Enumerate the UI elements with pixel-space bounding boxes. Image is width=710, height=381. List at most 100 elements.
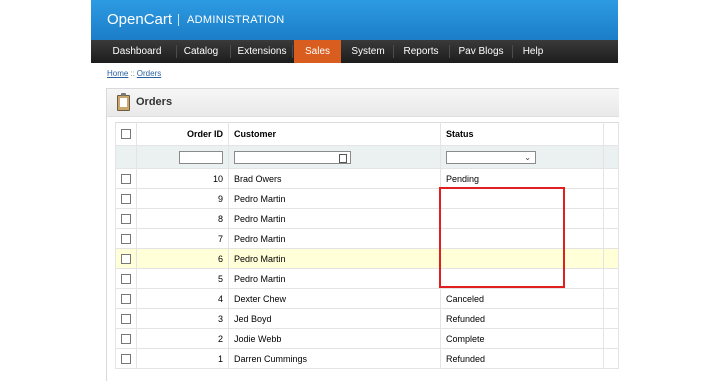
page-title: Orders	[136, 96, 173, 108]
app-logo[interactable]: OpenCart	[107, 11, 172, 28]
status-cell: Complete	[440, 328, 604, 349]
panel-header: Orders	[107, 89, 619, 117]
calendar-icon[interactable]	[339, 153, 347, 163]
table-row[interactable]: 3 Jed Boyd Refunded	[115, 308, 619, 329]
select-all-cell	[115, 122, 137, 146]
nav-help[interactable]: Help	[518, 40, 548, 63]
customer-cell: Brad Owers	[228, 168, 441, 189]
row-select-cell	[115, 168, 137, 189]
order-id-cell: 4	[136, 288, 229, 309]
customer-cell: Pedro Martin	[228, 268, 441, 289]
filter-cell: ⌄	[440, 145, 604, 169]
row-select-cell	[115, 188, 137, 209]
status-header[interactable]: Status	[440, 122, 604, 146]
table-row[interactable]: 4 Dexter Chew Canceled	[115, 288, 619, 309]
status-cell: Canceled	[440, 288, 604, 309]
annotation-highlight-box	[439, 187, 565, 288]
order-id-cell: 6	[136, 248, 229, 269]
row-checkbox[interactable]	[121, 173, 131, 184]
filter-cell	[603, 145, 619, 169]
row-checkbox[interactable]	[121, 333, 131, 344]
clipboard-icon	[117, 93, 130, 111]
order-id-filter-input[interactable]	[179, 150, 223, 164]
nav-divider	[292, 45, 293, 58]
extra-cell	[603, 168, 619, 189]
customer-filter-input[interactable]	[234, 150, 351, 164]
filter-cell	[228, 145, 441, 169]
nav-pav-blogs[interactable]: Pav Blogs	[455, 40, 507, 63]
row-select-cell	[115, 208, 137, 229]
nav-catalog[interactable]: Catalog	[182, 40, 220, 63]
extra-cell	[603, 308, 619, 329]
customer-cell: Jed Boyd	[228, 308, 441, 329]
row-checkbox[interactable]	[121, 213, 131, 224]
select-all-checkbox[interactable]	[121, 129, 131, 140]
status-filter-select[interactable]: ⌄	[446, 150, 536, 164]
extra-cell	[603, 288, 619, 309]
order-id-cell: 8	[136, 208, 229, 229]
row-select-cell	[115, 268, 137, 289]
extra-cell	[603, 248, 619, 269]
nav-sales[interactable]: Sales	[294, 40, 341, 63]
filter-cell	[136, 145, 229, 169]
status-cell: Pending	[440, 168, 604, 189]
breadcrumb-orders[interactable]: Orders	[137, 69, 161, 78]
nav-extensions[interactable]: Extensions	[236, 40, 288, 63]
customer-cell: Pedro Martin	[228, 188, 441, 209]
order-id-cell: 3	[136, 308, 229, 329]
row-select-cell	[115, 348, 137, 369]
customer-cell: Darren Cummings	[228, 348, 441, 369]
row-checkbox[interactable]	[121, 313, 131, 324]
extra-cell	[603, 328, 619, 349]
customer-cell: Pedro Martin	[228, 228, 441, 249]
row-checkbox[interactable]	[121, 273, 131, 284]
extra-cell	[603, 228, 619, 249]
filter-cell	[115, 145, 137, 169]
row-select-cell	[115, 228, 137, 249]
order-id-cell: 10	[136, 168, 229, 189]
customer-cell: Pedro Martin	[228, 208, 441, 229]
logo-divider	[178, 14, 179, 26]
nav-divider	[449, 45, 450, 58]
row-select-cell	[115, 248, 137, 269]
app-header: OpenCart ADMINISTRATION	[91, 0, 618, 40]
filter-row: ⌄	[115, 145, 619, 169]
extra-cell	[603, 208, 619, 229]
table-row[interactable]: 10 Brad Owers Pending	[115, 168, 619, 189]
extra-cell	[603, 188, 619, 209]
order-id-cell: 9	[136, 188, 229, 209]
nav-divider	[230, 45, 231, 58]
breadcrumb-home[interactable]: Home	[107, 69, 128, 78]
order-id-cell: 2	[136, 328, 229, 349]
main-nav: Dashboard Catalog Extensions Sales Syste…	[91, 40, 618, 63]
extra-cell	[603, 348, 619, 369]
order-id-cell: 5	[136, 268, 229, 289]
row-checkbox[interactable]	[121, 253, 131, 264]
breadcrumb-separator: ::	[130, 69, 135, 78]
nav-system[interactable]: System	[347, 40, 389, 63]
chevron-down-icon: ⌄	[524, 152, 531, 162]
table-header-row: Order ID Customer Status	[115, 122, 619, 146]
row-select-cell	[115, 308, 137, 329]
row-checkbox[interactable]	[121, 293, 131, 304]
table-row[interactable]: 2 Jodie Webb Complete	[115, 328, 619, 349]
table-row[interactable]: 1 Darren Cummings Refunded	[115, 348, 619, 369]
row-checkbox[interactable]	[121, 353, 131, 364]
customer-cell: Dexter Chew	[228, 288, 441, 309]
nav-divider	[176, 45, 177, 58]
extra-header	[603, 122, 619, 146]
nav-dashboard[interactable]: Dashboard	[108, 40, 166, 63]
breadcrumb: Home:: Orders	[107, 69, 161, 78]
customer-cell: Jodie Webb	[228, 328, 441, 349]
customer-header[interactable]: Customer	[228, 122, 441, 146]
order-id-cell: 7	[136, 228, 229, 249]
extra-cell	[603, 268, 619, 289]
order-id-header[interactable]: Order ID	[136, 122, 229, 146]
row-checkbox[interactable]	[121, 193, 131, 204]
row-checkbox[interactable]	[121, 233, 131, 244]
nav-divider	[512, 45, 513, 58]
status-cell: Refunded	[440, 348, 604, 369]
row-select-cell	[115, 328, 137, 349]
nav-reports[interactable]: Reports	[399, 40, 443, 63]
customer-cell: Pedro Martin	[228, 248, 441, 269]
